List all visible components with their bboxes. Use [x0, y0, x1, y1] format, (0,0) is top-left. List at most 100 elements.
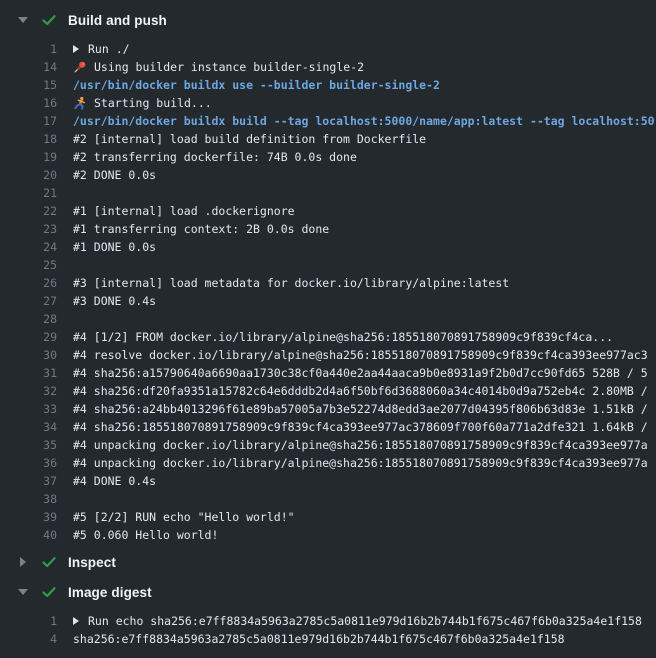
line-number-link[interactable]: 1 — [0, 40, 57, 58]
section-header[interactable]: Inspect — [0, 550, 656, 574]
log-line-text: #4 unpacking docker.io/library/alpine@sh… — [73, 436, 648, 454]
line-number-link[interactable]: 35 — [0, 436, 57, 454]
line-number-link[interactable]: 20 — [0, 166, 57, 184]
log-line: 30 #4 resolve docker.io/library/alpine@s… — [0, 346, 656, 364]
line-number-link[interactable]: 17 — [0, 112, 57, 130]
log-line: 29 #4 [1/2] FROM docker.io/library/alpin… — [0, 328, 656, 346]
log-section: Image digest 1 Run echo sha256:e7ff8834a… — [0, 580, 656, 648]
log-line: 17 /usr/bin/docker buildx build --tag lo… — [0, 112, 656, 130]
log-line-content: Starting build... — [57, 94, 656, 112]
line-number-link[interactable]: 24 — [0, 238, 57, 256]
log-line-text: #4 sha256:185518070891758909c9f839cf4ca3… — [73, 418, 648, 436]
log-line: 26 #3 [internal] load metadata for docke… — [0, 274, 656, 292]
log-line: 18 #2 [internal] load build definition f… — [0, 130, 656, 148]
log-line-content: #1 [internal] load .dockerignore — [57, 202, 656, 220]
log-line-text: Run echo sha256:e7ff8834a5963a2785c5a081… — [88, 612, 642, 630]
log-line-text: #5 [2/2] RUN echo "Hello world!" — [73, 508, 295, 526]
line-number-link[interactable]: 25 — [0, 256, 57, 274]
log-line-content: #5 [2/2] RUN echo "Hello world!" — [57, 508, 656, 526]
line-number-link[interactable]: 21 — [0, 184, 57, 202]
log-line-content: /usr/bin/docker buildx build --tag local… — [57, 112, 656, 130]
log-line-text: #2 transferring dockerfile: 74B 0.0s don… — [73, 148, 357, 166]
log-line-content: #2 DONE 0.0s — [57, 166, 656, 184]
log-line: 27 #3 DONE 0.4s — [0, 292, 656, 310]
log-line-text: /usr/bin/docker buildx use --builder bui… — [73, 76, 440, 94]
line-number-link[interactable]: 18 — [0, 130, 57, 148]
line-number-link[interactable]: 38 — [0, 490, 57, 508]
log-line-content: #2 transferring dockerfile: 74B 0.0s don… — [57, 148, 656, 166]
log-line: 21 — [0, 184, 656, 202]
log-line-text: /usr/bin/docker buildx build --tag local… — [73, 112, 655, 130]
line-number-link[interactable]: 16 — [0, 94, 57, 112]
line-number-link[interactable]: 15 — [0, 76, 57, 94]
line-number-link[interactable]: 34 — [0, 418, 57, 436]
line-number-link[interactable]: 22 — [0, 202, 57, 220]
log-line: 20 #2 DONE 0.0s — [0, 166, 656, 184]
line-number-link[interactable]: 29 — [0, 328, 57, 346]
log-line: 19 #2 transferring dockerfile: 74B 0.0s … — [0, 148, 656, 166]
line-number-link[interactable]: 23 — [0, 220, 57, 238]
log-line-content: Run echo sha256:e7ff8834a5963a2785c5a081… — [57, 612, 656, 630]
log-line-text: #4 resolve docker.io/library/alpine@sha2… — [73, 346, 648, 364]
section-header[interactable]: Image digest — [0, 580, 656, 604]
line-number-link[interactable]: 39 — [0, 508, 57, 526]
workflow-log-viewer: Build and push 1 Run ./ 14 Using builder… — [0, 0, 656, 648]
run-expand-icon[interactable] — [73, 45, 79, 53]
log-line-text: #1 DONE 0.0s — [73, 238, 156, 256]
log-line-text: #3 [internal] load metadata for docker.i… — [73, 274, 509, 292]
log-line-content: #1 transferring context: 2B 0.0s done — [57, 220, 656, 238]
log-line-content — [57, 256, 656, 274]
log-line: 16 Starting build... — [0, 94, 656, 112]
caret-down-icon — [18, 17, 28, 23]
log-line: 39 #5 [2/2] RUN echo "Hello world!" — [0, 508, 656, 526]
check-success-icon — [41, 554, 57, 570]
section-header[interactable]: Build and push — [0, 8, 656, 32]
line-number-link[interactable]: 32 — [0, 382, 57, 400]
log-line-content: #4 sha256:185518070891758909c9f839cf4ca3… — [57, 418, 656, 436]
caret-right-icon — [18, 557, 28, 567]
log-line-text: Run ./ — [88, 40, 130, 58]
log-line: 32 #4 sha256:df20fa9351a15782c64e6dddb2d… — [0, 382, 656, 400]
line-number-link[interactable]: 40 — [0, 526, 57, 544]
log-line-text: #4 sha256:a15790640a6690aa1730c38cf0a440… — [73, 364, 648, 382]
log-line: 40 #5 0.060 Hello world! — [0, 526, 656, 544]
log-line-text: #1 [internal] load .dockerignore — [73, 202, 295, 220]
log-line-content — [57, 310, 656, 328]
log-line: 38 — [0, 490, 656, 508]
line-number-link[interactable]: 33 — [0, 400, 57, 418]
log-line-content: #5 0.060 Hello world! — [57, 526, 656, 544]
section-title: Image digest — [68, 585, 152, 600]
log-line-content — [57, 184, 656, 202]
log-line: 35 #4 unpacking docker.io/library/alpine… — [0, 436, 656, 454]
log-line-text: #4 unpacking docker.io/library/alpine@sh… — [73, 454, 648, 472]
log-line-content: #4 sha256:df20fa9351a15782c64e6dddb2d4a6… — [57, 382, 656, 400]
log-line: 15 /usr/bin/docker buildx use --builder … — [0, 76, 656, 94]
log-line: 14 Using builder instance builder-single… — [0, 58, 656, 76]
line-number-link[interactable]: 31 — [0, 364, 57, 382]
log-line: 4 sha256:e7ff8834a5963a2785c5a0811e979d1… — [0, 630, 656, 648]
line-number-link[interactable]: 36 — [0, 454, 57, 472]
log-line: 1 Run echo sha256:e7ff8834a5963a2785c5a0… — [0, 612, 656, 630]
run-expand-icon[interactable] — [73, 617, 79, 625]
caret-down-icon — [18, 589, 28, 595]
line-number-link[interactable]: 4 — [0, 630, 57, 648]
line-number-link[interactable]: 30 — [0, 346, 57, 364]
log-line-text: #4 DONE 0.4s — [73, 472, 156, 490]
line-number-link[interactable]: 1 — [0, 612, 57, 630]
line-number-link[interactable]: 28 — [0, 310, 57, 328]
log-line: 33 #4 sha256:a24bb4013296f61e89ba57005a7… — [0, 400, 656, 418]
line-number-link[interactable]: 19 — [0, 148, 57, 166]
section-lines: 1 Run echo sha256:e7ff8834a5963a2785c5a0… — [0, 612, 656, 648]
log-line: 22 #1 [internal] load .dockerignore — [0, 202, 656, 220]
log-line: 31 #4 sha256:a15790640a6690aa1730c38cf0a… — [0, 364, 656, 382]
log-line-text: #4 [1/2] FROM docker.io/library/alpine@s… — [73, 328, 613, 346]
line-number-link[interactable]: 14 — [0, 58, 57, 76]
pushpin-icon — [73, 60, 87, 74]
log-line-text: #2 DONE 0.0s — [73, 166, 156, 184]
line-number-link[interactable]: 26 — [0, 274, 57, 292]
log-section: Build and push 1 Run ./ 14 Using builder… — [0, 8, 656, 544]
line-number-link[interactable]: 37 — [0, 472, 57, 490]
section-title: Inspect — [68, 555, 116, 570]
line-number-link[interactable]: 27 — [0, 292, 57, 310]
log-line-content: #4 unpacking docker.io/library/alpine@sh… — [57, 436, 656, 454]
